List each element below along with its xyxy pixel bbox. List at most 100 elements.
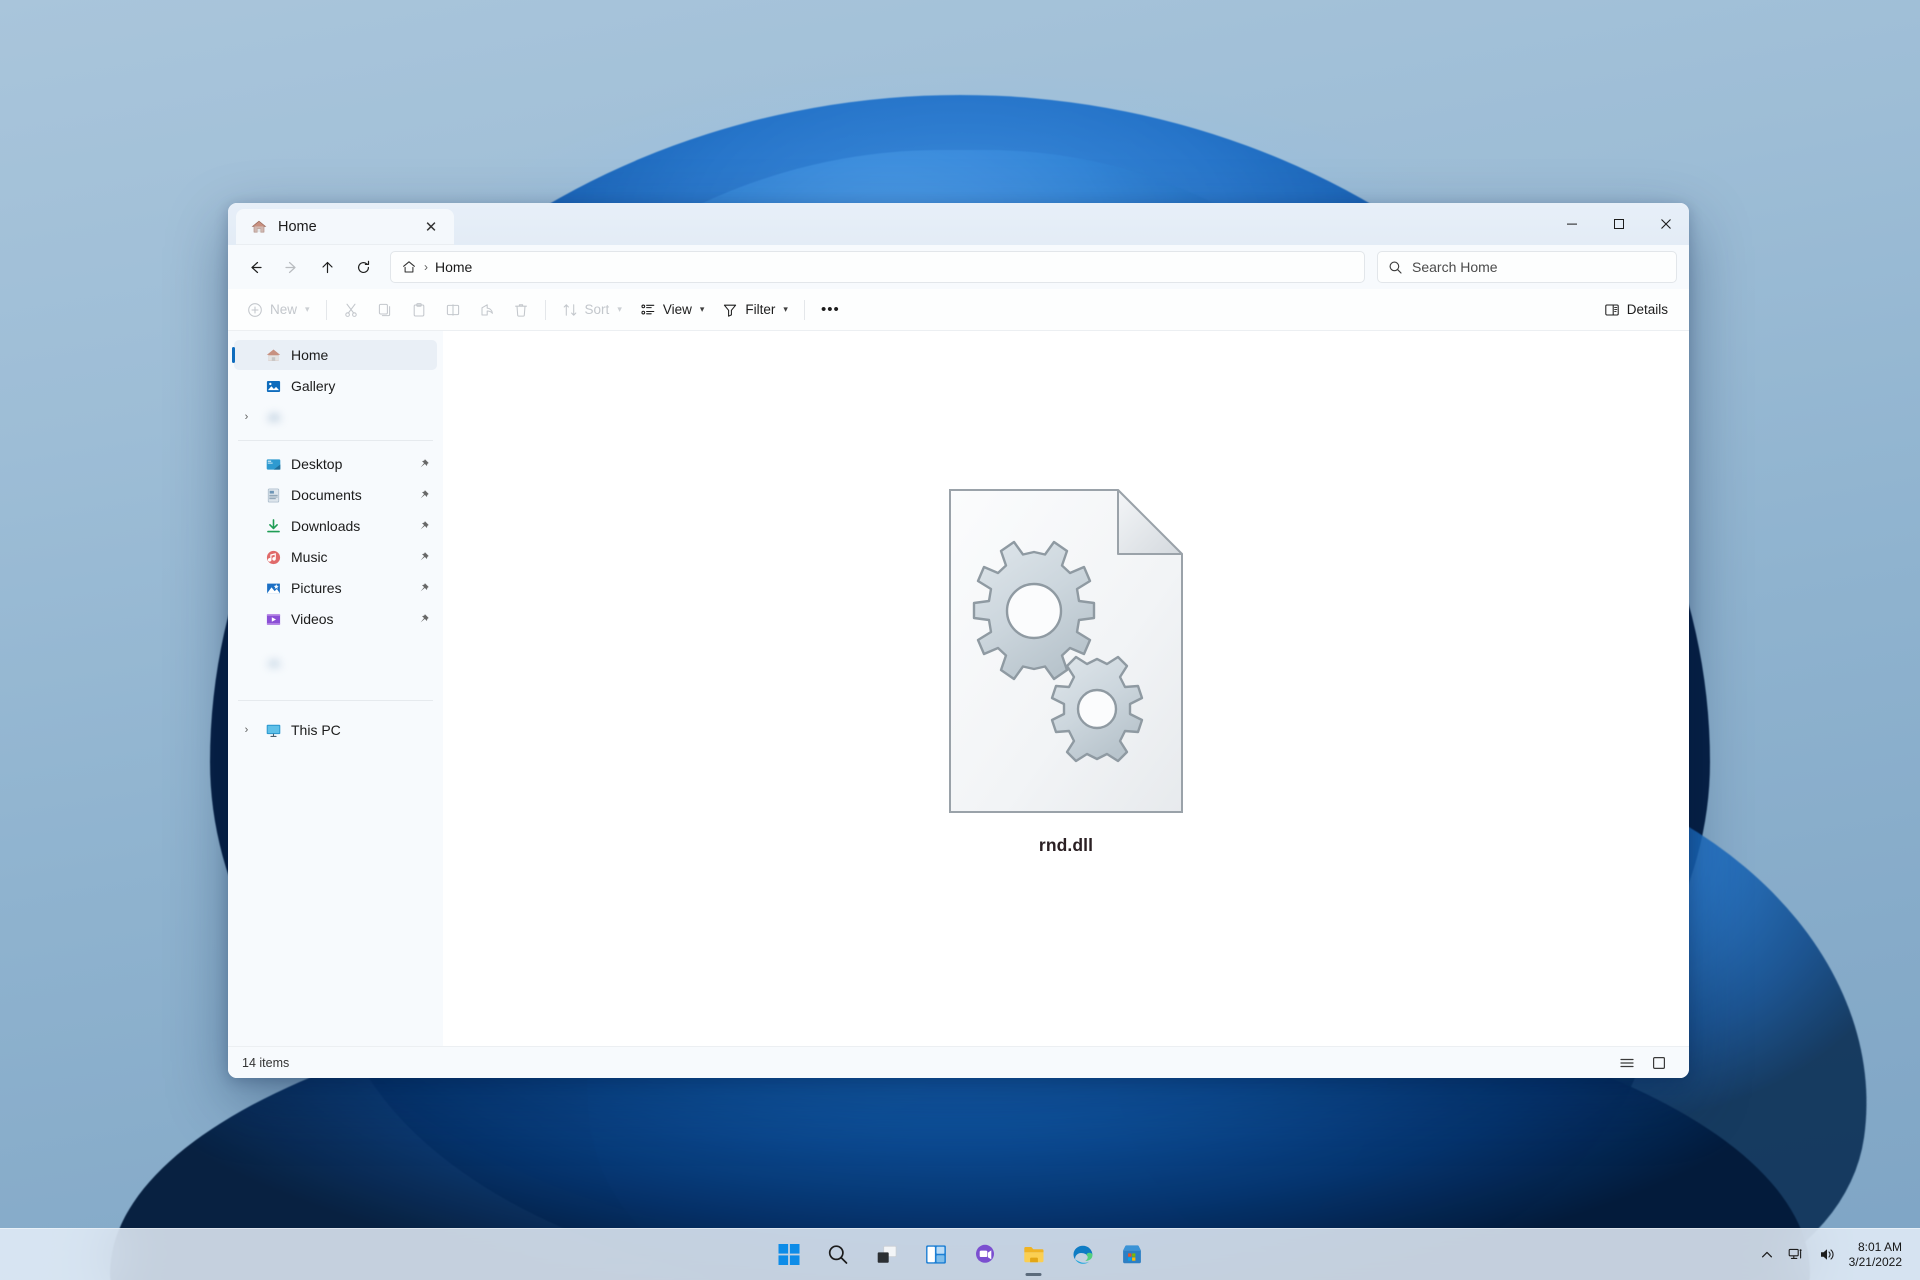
file-explorer-button[interactable] [1014,1235,1054,1275]
sidebar-item-desktop[interactable]: Desktop [234,449,437,479]
rename-button [436,294,470,326]
search-button[interactable] [818,1235,858,1275]
sidebar-item-label [291,409,431,425]
edge-button[interactable] [1063,1235,1103,1275]
overflow-menu-button[interactable]: ••• [812,294,849,326]
sidebar-item-label: Videos [291,611,334,627]
window-controls [1548,203,1689,245]
gallery-icon [264,378,282,395]
home-icon [264,347,282,364]
filter-button[interactable]: Filter ▾ [713,294,797,326]
sidebar-item-label: Home [291,347,329,363]
forward-button [274,251,308,283]
task-view-button[interactable] [867,1235,907,1275]
delete-button [504,294,538,326]
minimize-button[interactable] [1548,203,1595,245]
back-button[interactable] [238,251,272,283]
tab-close-icon[interactable]: ✕ [418,214,444,240]
clock-button[interactable]: 8:01 AM 3/21/2022 [1843,1235,1912,1275]
sidebar-divider [238,440,433,441]
file-item-rnd-dll[interactable]: rnd.dll [936,486,1196,856]
sidebar-item-label: Desktop [291,456,343,472]
sidebar-item-pictures[interactable]: Pictures [234,573,437,603]
refresh-button[interactable] [346,251,380,283]
chevron-down-icon: ▾ [617,304,622,314]
network-icon[interactable] [1781,1235,1812,1275]
maximize-button[interactable] [1595,203,1642,245]
this-pc-icon [264,722,282,739]
widgets-button[interactable] [916,1235,956,1275]
breadcrumb-path[interactable]: Home [435,259,472,275]
desktop-icon [264,456,282,473]
sidebar-item-documents[interactable]: Documents [234,480,437,510]
pin-icon[interactable] [415,551,431,564]
clock-time: 8:01 AM [1857,1239,1902,1254]
sidebar-item-downloads[interactable]: Downloads [234,511,437,541]
navigation-pane: Home Gallery › Desktop Documents Downloa… [228,331,443,1046]
home-icon [250,219,268,235]
sidebar-item-this-pc[interactable]: › This PC [234,715,437,745]
chevron-right-icon[interactable]: › [238,724,255,736]
tab-title: Home [278,219,317,235]
filter-label: Filter [745,302,776,317]
onedrive-icon [264,655,282,672]
close-button[interactable] [1642,203,1689,245]
pin-icon[interactable] [415,489,431,502]
view-button[interactable]: View ▾ [631,294,714,326]
paste-button [402,294,436,326]
file-explorer-window: Home ✕ › Home Search Home New ▾ Sort ▾ V… [228,203,1689,1078]
home-outline-icon[interactable] [401,259,417,275]
videos-icon [264,611,282,628]
chat-button[interactable] [965,1235,1005,1275]
view-toggle-group [1613,1051,1673,1075]
file-name-label: rnd.dll [1038,835,1094,855]
large-icons-view-button[interactable] [1645,1051,1673,1075]
volume-icon[interactable] [1812,1235,1843,1275]
sidebar-item-label: Documents [291,487,362,503]
status-bar: 14 items [228,1046,1689,1078]
clock-date: 3/21/2022 [1848,1254,1902,1269]
window-body: Home Gallery › Desktop Documents Downloa… [228,331,1689,1046]
tray-expand-button[interactable] [1753,1235,1781,1275]
taskbar: 8:01 AM 3/21/2022 [0,1228,1920,1280]
details-label: Details [1626,302,1668,317]
sidebar-item-account-redacted[interactable]: › [234,402,437,432]
pin-icon[interactable] [415,520,431,533]
sidebar-item-label: This PC [291,722,341,738]
sidebar-item-music[interactable]: Music [234,542,437,572]
share-button [470,294,504,326]
music-icon [264,549,282,566]
sidebar-item-home[interactable]: Home [232,340,437,370]
store-button[interactable] [1112,1235,1152,1275]
onedrive-icon [264,409,282,426]
start-button[interactable] [769,1235,809,1275]
chevron-right-icon[interactable]: › [238,411,255,423]
search-placeholder: Search Home [1412,259,1498,275]
pin-icon[interactable] [415,458,431,471]
file-list-area[interactable]: rnd.dll [443,331,1689,1046]
system-tray: 8:01 AM 3/21/2022 [1753,1229,1920,1280]
command-bar: New ▾ Sort ▾ View ▾ Filter ▾ ••• Details [228,289,1689,331]
sidebar-item-videos[interactable]: Videos [234,604,437,634]
details-pane-icon [1605,303,1619,316]
pin-icon[interactable] [415,613,431,626]
new-label: New [270,302,298,317]
up-button[interactable] [310,251,344,283]
chevron-down-icon: ▾ [699,304,705,314]
sidebar-item-onedrive-redacted[interactable] [234,648,437,678]
sidebar-item-gallery[interactable]: Gallery [234,371,437,401]
pin-icon[interactable] [415,582,431,595]
search-input[interactable]: Search Home [1377,251,1677,283]
tab-home[interactable]: Home ✕ [236,209,454,245]
search-icon [1388,260,1403,275]
overflow-label: ••• [820,300,840,318]
sidebar-item-label [291,655,431,671]
details-view-button[interactable] [1613,1051,1641,1075]
documents-icon [264,487,282,504]
sort-label: Sort [584,302,610,317]
breadcrumb[interactable]: › Home [390,251,1365,283]
taskbar-center-group [769,1235,1152,1275]
sidebar-item-label: Gallery [291,378,336,394]
copy-button [368,294,402,326]
details-pane-button[interactable]: Details [1595,294,1677,326]
